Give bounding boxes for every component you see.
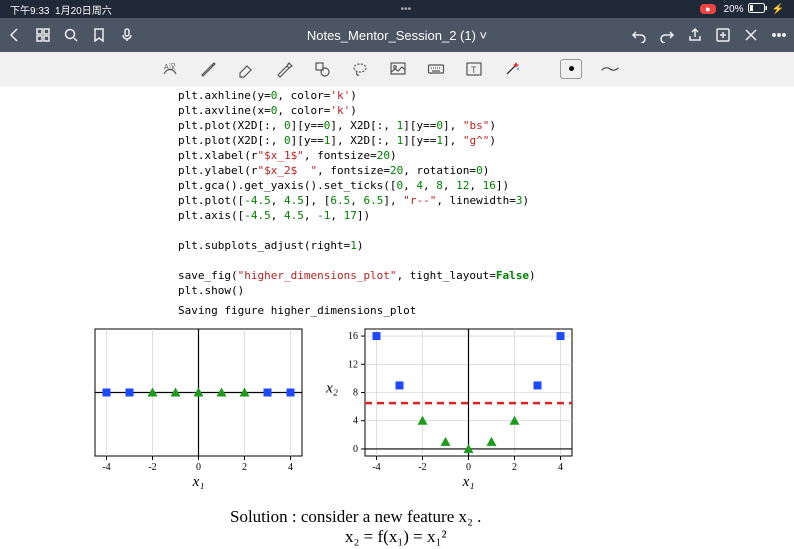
add-icon[interactable] (714, 26, 732, 44)
image-tool-icon[interactable] (388, 59, 408, 79)
charging-icon: ⚡ (772, 4, 784, 15)
pen-tool-icon[interactable] (198, 59, 218, 79)
bookmark-icon[interactable] (90, 26, 108, 44)
svg-text:-4: -4 (102, 462, 110, 473)
svg-text:2: 2 (512, 462, 517, 473)
title-bar: Notes_Mentor_Session_2 (1) ˅ (0, 18, 794, 52)
status-time: 下午9:33 1月20日周六 (10, 2, 112, 17)
stroke-preview[interactable] (600, 59, 620, 79)
color-picker[interactable] (560, 59, 582, 79)
eraser-tool-icon[interactable] (236, 59, 256, 79)
highlighter-tool-icon[interactable] (274, 59, 294, 79)
svg-text:12: 12 (348, 359, 358, 370)
redo-icon[interactable] (658, 26, 676, 44)
code-block: plt.axhline(y=0, color='k') plt.axvline(… (50, 86, 744, 298)
svg-text:x₂: x₂ (325, 381, 338, 397)
svg-text:2: 2 (242, 462, 247, 473)
record-indicator: ● (700, 4, 715, 14)
keyboard-icon[interactable] (426, 59, 446, 79)
handwritten-note: Solution : consider a new feature x₂ . x… (50, 507, 744, 547)
handwriting-tool-icon[interactable]: A汉 (160, 59, 180, 79)
drawing-toolbar: A汉 T (0, 52, 794, 86)
battery-icon (748, 3, 768, 16)
search-icon[interactable] (62, 26, 80, 44)
current-color-icon (569, 66, 574, 71)
svg-text:x₁: x₁ (192, 474, 205, 490)
figure-output: -4 -2 0 2 4 x₁ -4 -2 0 2 4 0 4 8 12 16 x₁ x₂ (50, 321, 744, 501)
svg-text:-2: -2 (148, 462, 156, 473)
handwriting-line-1: Solution : consider a new feature x₂ . (230, 507, 744, 527)
document-title[interactable]: Notes_Mentor_Session_2 (1) ˅ (206, 28, 588, 43)
svg-text:0: 0 (353, 444, 358, 455)
handwriting-line-2: x₂ = f(x₁) = x₁² (230, 527, 744, 547)
status-handle-icon: ••• (112, 4, 700, 15)
undo-icon[interactable] (630, 26, 648, 44)
close-icon[interactable] (742, 26, 760, 44)
magic-tool-icon[interactable] (502, 59, 522, 79)
svg-text:8: 8 (353, 388, 358, 399)
text-tool-icon[interactable]: T (464, 59, 484, 79)
svg-text:0: 0 (466, 462, 471, 473)
back-icon[interactable] (6, 26, 24, 44)
more-icon[interactable] (770, 26, 788, 44)
svg-text:-2: -2 (418, 462, 426, 473)
svg-text:4: 4 (288, 462, 293, 473)
svg-text:16: 16 (348, 331, 358, 342)
share-icon[interactable] (686, 26, 704, 44)
svg-text:4: 4 (353, 416, 358, 427)
svg-text:A汉: A汉 (164, 63, 176, 71)
lasso-tool-icon[interactable] (350, 59, 370, 79)
battery-label: 20% (724, 4, 744, 15)
left-plot: -4 -2 0 2 4 x₁ (50, 321, 310, 491)
right-plot: -4 -2 0 2 4 0 4 8 12 16 x₁ x₂ (320, 321, 580, 491)
svg-text:-4: -4 (372, 462, 380, 473)
svg-text:x₁: x₁ (462, 474, 475, 490)
svg-text:4: 4 (558, 462, 563, 473)
mic-icon[interactable] (118, 26, 136, 44)
status-bar: 下午9:33 1月20日周六 ••• ● 20% ⚡ (0, 0, 794, 18)
svg-text:0: 0 (196, 462, 201, 473)
output-text: Saving figure higher_dimensions_plot (50, 304, 744, 317)
svg-text:T: T (471, 65, 477, 75)
shape-tool-icon[interactable] (312, 59, 332, 79)
page-content: plt.axhline(y=0, color='k') plt.axvline(… (0, 86, 794, 549)
apps-icon[interactable] (34, 26, 52, 44)
